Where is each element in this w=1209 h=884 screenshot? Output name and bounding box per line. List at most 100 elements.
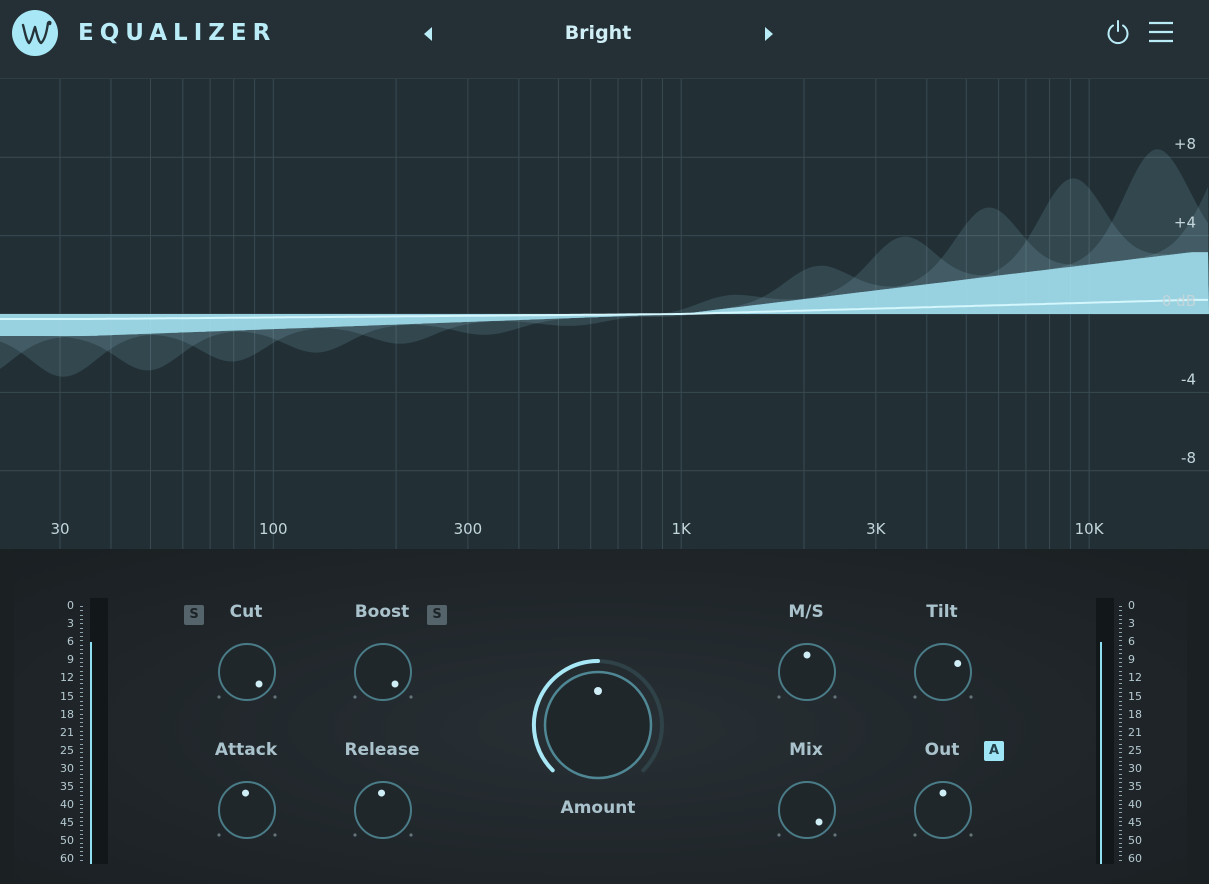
meter-scale-label: 45 [60,816,74,830]
meter-tick [1119,610,1122,612]
meter-tick [80,773,83,775]
meter-tick [80,816,83,818]
boost-solo-button[interactable]: S [427,605,447,625]
meter-tick [1119,842,1122,844]
meter-tick [1119,821,1122,822]
out-knob[interactable] [910,777,976,843]
preset-next-button[interactable] [760,24,780,44]
knob-min-dot [353,833,357,837]
out-auto-button[interactable]: A [984,741,1004,761]
db-scale-label: +4 [1174,214,1196,232]
meter-tick [80,653,83,655]
ms-knob[interactable] [774,639,840,705]
tilt-knob[interactable] [910,639,976,705]
preset-name[interactable]: Bright [500,22,696,44]
mix-knob[interactable] [774,777,840,843]
meter-scale-label: 18 [60,707,74,721]
meter-tick [80,803,83,805]
knob-max-dot [833,695,837,699]
meter-tick [80,769,83,771]
triangle-right-icon [765,27,773,41]
meter-tick [80,644,83,646]
header-bar: EQUALIZER Bright [0,0,1209,79]
meter-tick [80,687,83,689]
meter-tick [1119,756,1122,758]
cut-knob[interactable] [214,639,280,705]
amount-knob[interactable] [530,657,666,793]
menu-button[interactable] [1146,19,1176,45]
hamburger-menu-icon [1149,21,1173,43]
meter-tick [1119,730,1122,732]
meter-scale-label: 60 [60,852,74,866]
meter-tick [1119,735,1122,736]
meter-tick [1119,855,1122,857]
meter-scale-label: 35 [60,780,74,793]
meter-tick [80,717,83,719]
meter-tick [80,756,83,758]
knob-max-dot [409,833,413,837]
power-button[interactable] [1104,18,1132,46]
meter-tick [80,778,83,779]
frequency-label: 100 [259,520,288,538]
meter-scale-label: 25 [1128,743,1142,757]
knob-indicator [255,680,263,688]
meter-tick [80,808,83,810]
meter-level-bar [90,642,92,864]
meter-scale-label: 35 [1128,780,1142,793]
meter-tick [1119,709,1122,711]
frequency-label: 3K [866,520,887,538]
triangle-left-icon [424,27,432,41]
knob-indicator [939,789,947,797]
tilt-label: Tilt [926,602,958,622]
meter-tick [1119,627,1122,629]
meter-scale-label: 60 [1128,852,1142,866]
preset-prev-button[interactable] [419,24,439,44]
meter-scale-label: 3 [1128,617,1135,631]
meter-scale-label: 21 [1128,725,1142,739]
meter-tick [80,726,83,728]
meter-tick [80,679,83,681]
boost-knob[interactable] [350,639,416,705]
cut-label: Cut [229,602,263,622]
knob-indicator [803,651,811,659]
meter-scale-label: 45 [1128,816,1142,830]
release-knob[interactable] [350,777,416,843]
meter-tick [80,627,83,629]
meter-scale-label: 0 [1128,599,1135,612]
meter-scale-label: 25 [60,743,74,757]
meter-tick [80,666,83,668]
meter-tick [1119,670,1122,672]
meter-tick [1119,700,1122,702]
meter-scale-label: 15 [60,689,74,703]
knob-body [778,781,836,839]
knob-indicator [815,818,823,826]
meter-tick [80,790,83,792]
attack-knob[interactable] [214,777,280,843]
meter-tick [80,743,83,745]
meter-tick [1119,773,1122,775]
meter-tick [80,855,83,857]
meter-tick [1119,653,1122,655]
meter-tick [80,795,83,797]
meter-tick [1119,631,1122,633]
meter-tick [1119,812,1122,814]
eq-curve-display[interactable]: +8 +4 0 dB -4 -8 30 100 300 1K 3K 10K [0,79,1209,549]
knob-max-dot [969,833,973,837]
db-scale-label: +8 [1174,135,1196,153]
db-scale-label: -8 [1181,449,1196,467]
output-level-meter: 0 3 6 9 12 15 18 21 25 30 35 40 45 50 60 [1094,598,1154,868]
meter-tick [1119,683,1122,685]
meter-tick [1119,825,1122,827]
knob-body [354,643,412,701]
meter-tick [80,683,83,685]
meter-scale-label: 40 [1128,798,1142,812]
meter-tick [80,799,83,801]
meter-tick [1119,786,1122,788]
meter-scale-label: 9 [1128,653,1135,667]
meter-tick [80,618,83,620]
meter-scale-label: 12 [60,671,74,685]
eq-graph[interactable]: +8 +4 0 dB -4 -8 30 100 300 1K 3K 10K [0,79,1209,549]
meter-tick [80,631,83,633]
meter-tick [80,859,83,861]
meter-tick [1119,640,1122,642]
